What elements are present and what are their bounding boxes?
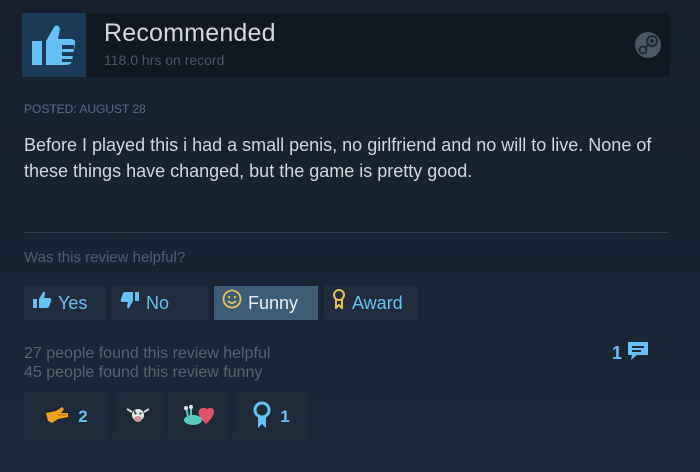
vote-no-button[interactable]: No	[112, 286, 208, 320]
review-card: Recommended 118.0 hrs on record POSTED: …	[0, 0, 700, 472]
cow-icon	[125, 404, 151, 431]
helpful-question: Was this review helpful?	[24, 249, 186, 266]
divider	[24, 232, 668, 233]
thumbs-up-icon	[22, 13, 86, 77]
review-verdict: Recommended	[104, 19, 276, 47]
comment-bubble-icon	[626, 340, 650, 367]
slug-heart-icon	[181, 402, 215, 433]
reaction-count: 2	[78, 407, 88, 426]
vote-yes-button[interactable]: Yes	[24, 286, 106, 320]
funny-count: 45 people found this review funny	[24, 364, 263, 381]
vote-funny-button[interactable]: Funny	[214, 286, 318, 320]
reaction-count: 1	[280, 407, 290, 426]
reaction-award[interactable]: 1	[234, 393, 308, 441]
vote-funny-label: Funny	[248, 293, 299, 313]
award-ribbon-icon	[332, 286, 346, 320]
vote-yes-label: Yes	[58, 293, 88, 313]
reaction-cow[interactable]	[114, 393, 162, 441]
thumbs-hand-icon	[44, 405, 70, 430]
hours-on-record: 118.0 hrs on record	[104, 52, 225, 68]
review-header: Recommended 118.0 hrs on record	[22, 13, 670, 77]
award-label: Award	[352, 293, 403, 313]
comment-count: 1	[612, 343, 623, 363]
review-stats: 27 people found this review helpful 45 p…	[24, 344, 270, 382]
smiley-icon	[222, 286, 242, 320]
posted-date: POSTED: AUGUST 28	[24, 102, 146, 116]
award-ribbon-icon	[252, 401, 272, 434]
award-button[interactable]: Award	[324, 286, 418, 320]
helpful-count: 27 people found this review helpful	[24, 345, 271, 362]
comments-link[interactable]: 1	[612, 340, 650, 367]
vote-no-label: No	[146, 293, 170, 313]
thumbs-up-icon	[32, 286, 52, 320]
steam-logo-icon	[634, 31, 662, 64]
review-text: Before I played this i had a small penis…	[24, 135, 652, 181]
thumbs-down-icon	[120, 286, 140, 320]
reaction-slug-heart[interactable]	[168, 393, 228, 441]
reaction-thumbs[interactable]: 2	[24, 393, 108, 441]
